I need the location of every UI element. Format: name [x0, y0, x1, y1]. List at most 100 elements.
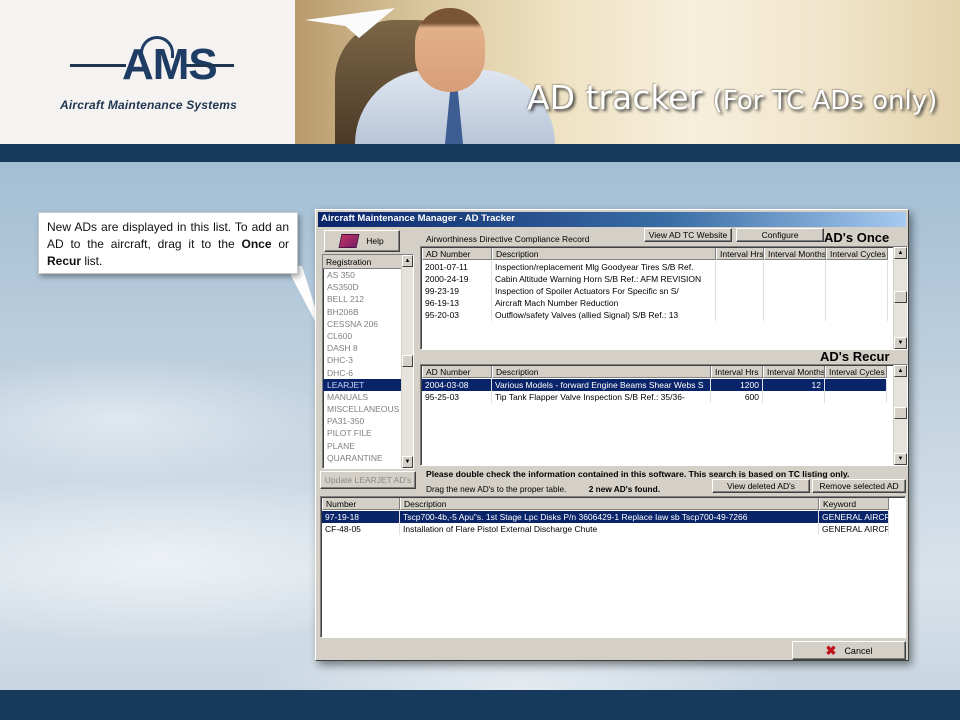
- table-cell: [826, 273, 888, 285]
- update-ads-button[interactable]: Update LEARJET AD's: [320, 471, 416, 489]
- table-row[interactable]: 96-19-13 Aircraft Mach Number Reduction: [422, 297, 888, 309]
- scroll-thumb[interactable]: [402, 355, 413, 367]
- table-row[interactable]: 97-19-18 Tscp700-4b,-5 Apu"s. 1st Stage L…: [322, 511, 889, 523]
- table-cell: 95-25-03: [422, 391, 492, 403]
- table-cell: [826, 309, 888, 321]
- registration-item[interactable]: PLANE: [323, 440, 413, 452]
- scroll-thumb[interactable]: [894, 407, 907, 419]
- scroll-down-arrow[interactable]: ▼: [402, 456, 413, 468]
- footer-band: [0, 690, 960, 720]
- registration-item[interactable]: LEARJET: [323, 378, 413, 391]
- column-header[interactable]: Number: [322, 498, 400, 510]
- table-cell: [826, 297, 888, 309]
- callout-recur: Recur: [47, 254, 82, 268]
- registration-item[interactable]: QUARANTINE: [323, 452, 413, 464]
- registration-list[interactable]: Registration AS 350 AS350D BELL 212 BH206B C…: [322, 254, 414, 469]
- table-row[interactable]: 99-23-19 Inspection of Spoiler Actuators …: [422, 285, 888, 297]
- column-header[interactable]: Interval Cycles: [826, 248, 888, 260]
- registration-item[interactable]: DHC-3: [323, 354, 413, 366]
- registration-item[interactable]: MISCELLANEOUS: [323, 403, 413, 415]
- column-header[interactable]: Keyword: [819, 498, 889, 510]
- drag-hint: Drag the new AD's to the proper table. 2…: [426, 484, 660, 494]
- table-row[interactable]: 95-25-03 Tip Tank Flapper Valve Inspectio…: [422, 391, 887, 403]
- help-book-icon: [338, 234, 360, 248]
- table-cell: [716, 285, 764, 297]
- column-header[interactable]: Interval Cycles: [825, 366, 887, 378]
- table-cell: 2001-07-11: [422, 261, 492, 273]
- ads-once-table[interactable]: AD Number Description Interval Hrs Interval…: [420, 246, 908, 350]
- table-row[interactable]: 2004-03-08 Various Models - forward Engin…: [422, 379, 887, 391]
- new-ads-count: 2 new AD's found.: [588, 484, 661, 494]
- warning-notice: Please double check the information cont…: [426, 469, 850, 479]
- column-header[interactable]: Description: [400, 498, 819, 510]
- cancel-button[interactable]: ✖ Cancel: [792, 641, 906, 660]
- registration-item[interactable]: DASH 8: [323, 342, 413, 354]
- column-header[interactable]: Description: [492, 248, 716, 260]
- table-cell: 96-19-13: [422, 297, 492, 309]
- table-cell: 99-23-19: [422, 285, 492, 297]
- column-header[interactable]: Interval Months: [763, 366, 825, 378]
- cancel-label: Cancel: [844, 645, 873, 656]
- callout-end: list.: [81, 254, 103, 268]
- registration-item[interactable]: CESSNA 206: [323, 318, 413, 330]
- table-cell: GENERAL AIRCR: [819, 511, 889, 523]
- slide-title: AD tracker (For TC ADs only): [527, 78, 937, 117]
- registration-item[interactable]: MANUALS: [323, 391, 413, 403]
- view-website-button[interactable]: View AD TC Website: [644, 228, 732, 242]
- table-header-row: AD Number Description Interval Hrs Interval…: [422, 366, 887, 378]
- registration-item[interactable]: PILOT FILE: [323, 427, 413, 439]
- scroll-up-arrow[interactable]: ▲: [894, 365, 907, 377]
- registration-item[interactable]: BELL 212: [323, 293, 413, 305]
- registration-items: AS 350 AS350D BELL 212 BH206B CESSNA 206 CL60…: [323, 269, 413, 464]
- column-header[interactable]: AD Number: [422, 248, 492, 260]
- table-row[interactable]: 95-20-03 Outflow/safety Valves (allied Si…: [422, 309, 888, 321]
- remove-selected-button[interactable]: Remove selected AD: [812, 479, 906, 493]
- table-cell: [826, 261, 888, 273]
- table-cell: [825, 391, 887, 403]
- scroll-down-arrow[interactable]: ▼: [894, 453, 907, 465]
- table-cell: 1200: [711, 379, 763, 391]
- table-cell: 12: [763, 379, 825, 391]
- table-row[interactable]: 2001-07-11 Inspection/replacement Mlg Goo…: [422, 261, 888, 273]
- column-header[interactable]: Interval Hrs: [711, 366, 763, 378]
- column-header[interactable]: AD Number: [422, 366, 492, 378]
- table-row[interactable]: CF-48-05 Installation of Flare Pistol Ext…: [322, 523, 889, 535]
- help-button-label: Help: [366, 236, 384, 246]
- scroll-thumb[interactable]: [894, 291, 907, 303]
- registration-item[interactable]: DHC-6: [323, 367, 413, 379]
- registration-scrollbar[interactable]: ▲ ▼: [401, 255, 413, 468]
- ads-recur-table[interactable]: AD Number Description Interval Hrs Interval…: [420, 364, 908, 466]
- registration-item[interactable]: AS350D: [323, 281, 413, 293]
- configure-button[interactable]: Configure: [736, 228, 824, 242]
- window-titlebar[interactable]: Aircraft Maintenance Manager - AD Tracke…: [318, 212, 906, 227]
- view-deleted-button[interactable]: View deleted AD's: [712, 479, 810, 493]
- recur-scrollbar[interactable]: ▲ ▼: [893, 365, 907, 465]
- column-header[interactable]: Interval Hrs: [716, 248, 764, 260]
- table-cell: [825, 379, 887, 391]
- once-scrollbar[interactable]: ▲ ▼: [893, 247, 907, 349]
- table-row[interactable]: 2000-24-19 Cabin Altitude Warning Horn S/…: [422, 273, 888, 285]
- new-ads-table[interactable]: Number Description Keyword 97-19-18 Tscp700-…: [320, 496, 906, 638]
- scroll-up-arrow[interactable]: ▲: [402, 255, 413, 267]
- cancel-x-icon: ✖: [825, 642, 837, 658]
- help-button[interactable]: Help: [324, 230, 400, 252]
- table-cell: [716, 309, 764, 321]
- drag-hint-text: Drag the new AD's to the proper table.: [426, 484, 567, 494]
- table-cell: 2000-24-19: [422, 273, 492, 285]
- scroll-down-arrow[interactable]: ▼: [894, 337, 907, 349]
- table-header-row: AD Number Description Interval Hrs Interval…: [422, 248, 888, 260]
- column-header[interactable]: Description: [492, 366, 711, 378]
- registration-item[interactable]: PA31-350: [323, 415, 413, 427]
- table-cell: [764, 261, 826, 273]
- ams-logo: AMS Aircraft Maintenance Systems: [0, 0, 295, 144]
- registration-item[interactable]: CL600: [323, 330, 413, 342]
- table-cell: Inspection/replacement Mlg Goodyear Tire…: [492, 261, 716, 273]
- table-cell: Various Models - forward Engine Beams Sh…: [492, 379, 711, 391]
- table-cell: Inspection of Spoiler Actuators For Spec…: [492, 285, 716, 297]
- registration-item[interactable]: AS 350: [323, 269, 413, 281]
- table-cell: Outflow/safety Valves (allied Signal) S/…: [492, 309, 716, 321]
- logo-subtitle: Aircraft Maintenance Systems: [60, 98, 237, 112]
- registration-item[interactable]: BH206B: [323, 306, 413, 318]
- column-header[interactable]: Interval Months: [764, 248, 826, 260]
- scroll-up-arrow[interactable]: ▲: [894, 247, 907, 259]
